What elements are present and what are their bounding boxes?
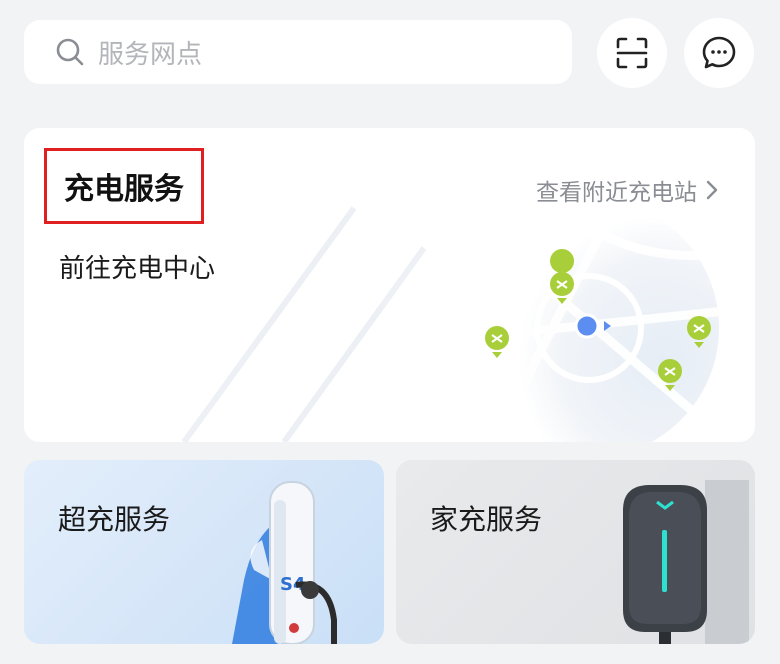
current-location-icon — [574, 313, 600, 339]
card-subtitle: 前往充电中心 — [59, 254, 216, 284]
chevron-right-icon — [706, 180, 718, 200]
view-nearby-label: 查看附近充电站 — [536, 180, 697, 206]
title-highlight-box: 充电服务 — [44, 148, 204, 224]
scan-button[interactable] — [597, 18, 667, 88]
scan-icon — [616, 37, 648, 69]
home-charging-service-tile[interactable]: 家充服务 — [396, 460, 755, 644]
search-placeholder: 服务网点 — [98, 39, 203, 70]
view-nearby-stations-link[interactable]: 查看附近充电站 — [536, 173, 719, 207]
supercharger-illustration: S4 — [232, 481, 337, 644]
search-input[interactable]: 服务网点 — [24, 20, 572, 84]
tile-label: 超充服务 — [58, 503, 171, 536]
tile-label: 家充服务 — [430, 503, 543, 536]
message-icon — [702, 36, 736, 69]
card-title: 充电服务 — [64, 172, 184, 207]
home-charger-illustration — [623, 480, 749, 644]
message-button[interactable] — [684, 18, 754, 88]
supercharging-service-tile[interactable]: 超充服务 S4 — [24, 460, 384, 644]
charging-service-card[interactable]: 充电服务 查看附近充电站 前往充电中心 — [24, 128, 755, 442]
search-icon — [56, 38, 84, 66]
